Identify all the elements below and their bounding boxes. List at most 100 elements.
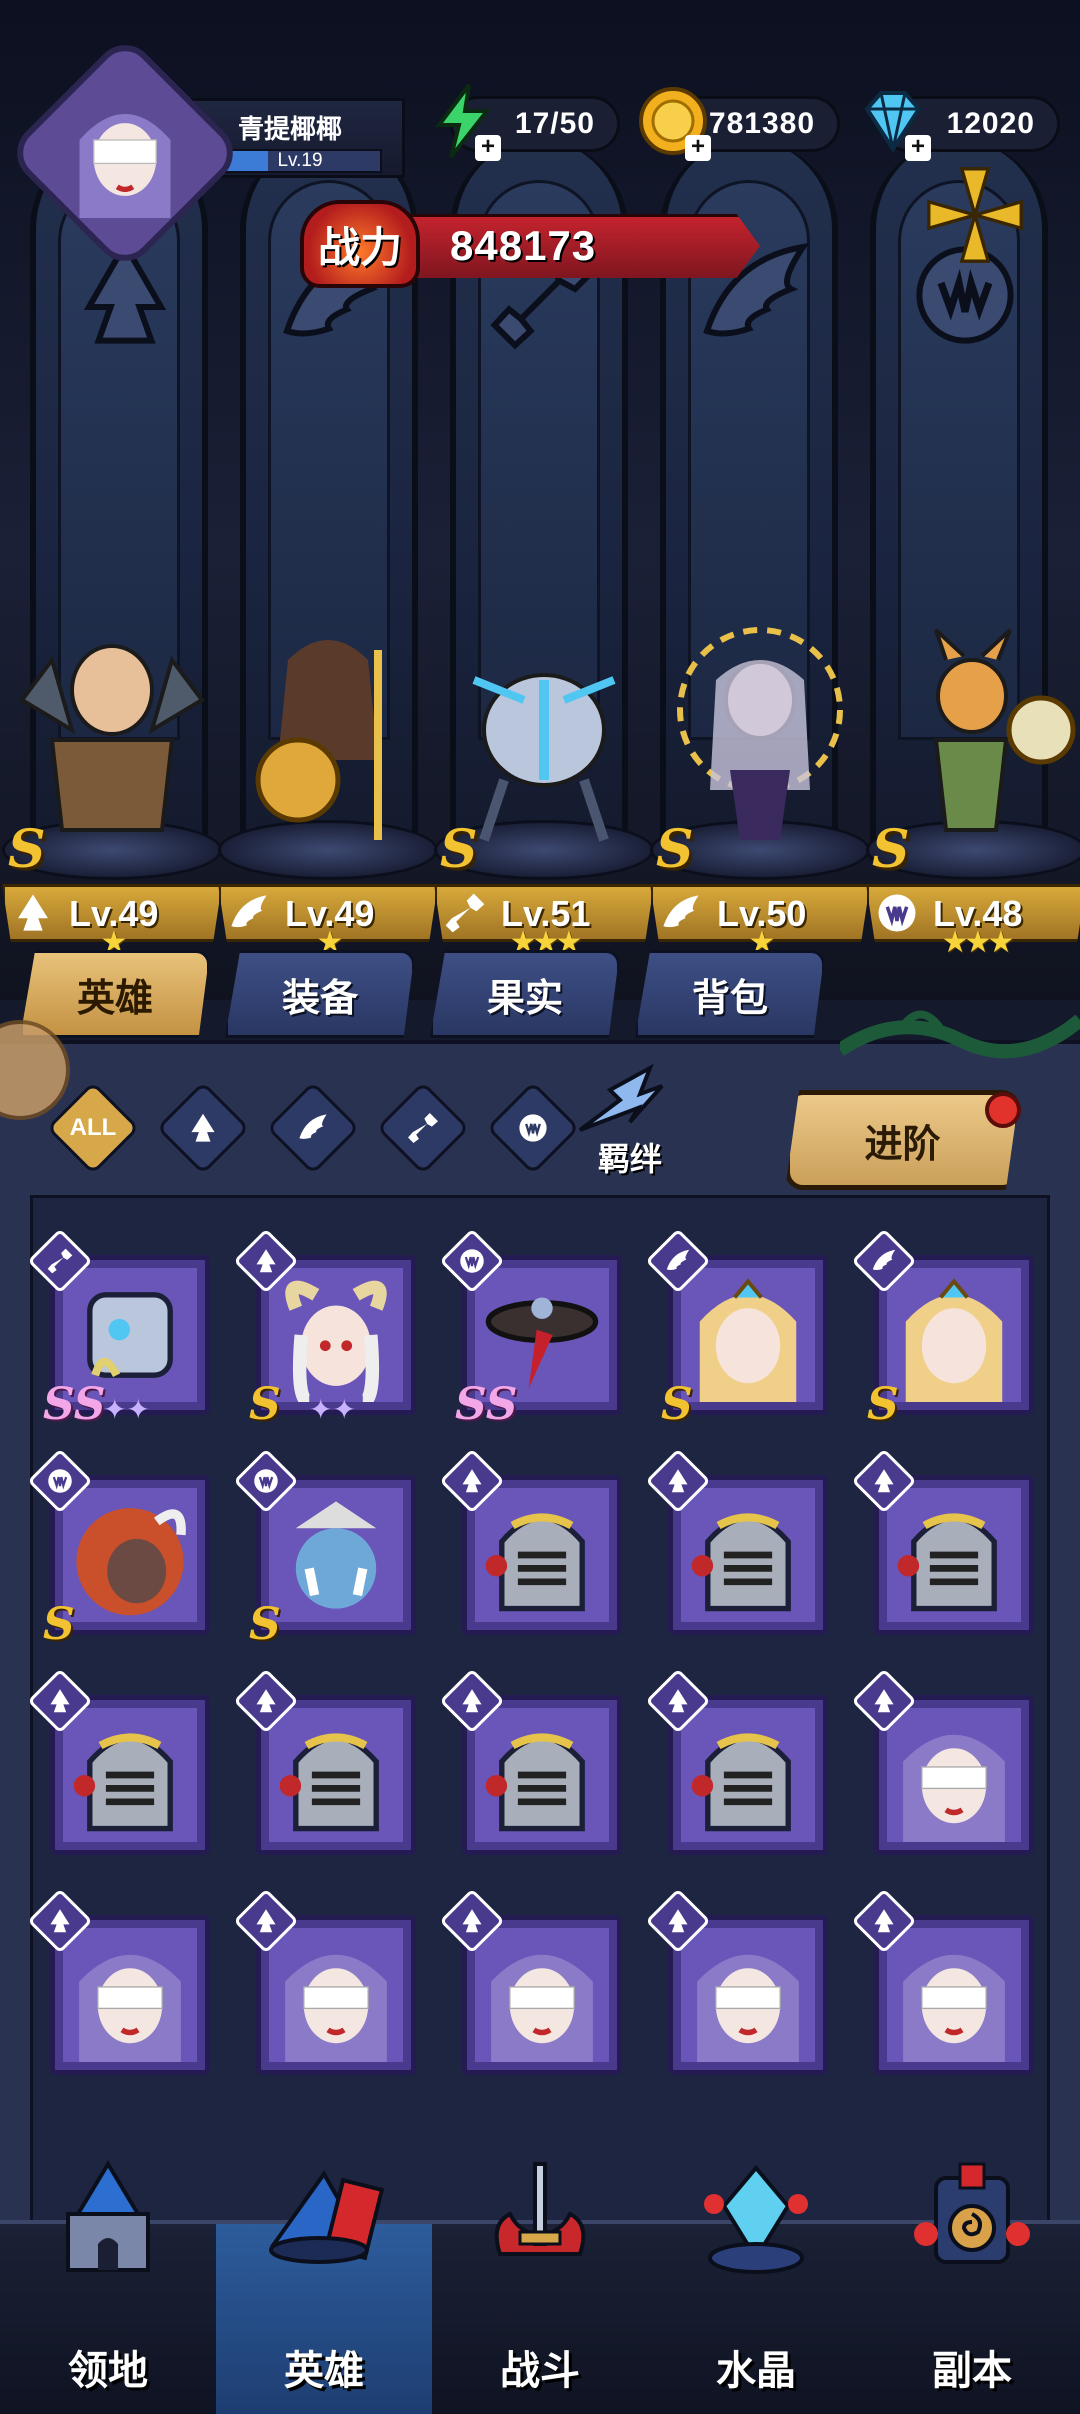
nav-crystal-label: 水晶 [716,2349,796,2393]
hero-card[interactable] [851,1668,1034,1855]
bond-label: 羁绊 [597,1141,662,1177]
tank-class-icon [462,1689,482,1713]
combat-power-badge: 战力 [300,200,420,288]
tab-heroes[interactable]: 英雄 [20,950,210,1038]
gold-value: 781380 [708,107,815,140]
crystal-icon [704,2164,808,2274]
event-flower-icon[interactable] [920,160,1030,270]
nav-heroes[interactable]: 英雄 [216,2170,432,2414]
bond-button[interactable]: 羁绊 [540,1060,720,1190]
tank-class-icon [256,1689,276,1713]
hero-rank-badge: S [8,819,46,880]
hero-card[interactable]: S [851,1228,1034,1430]
knight-portrait [681,1708,815,1842]
combat-power-value: 848173 [450,222,597,269]
hero-rank-badge: S [440,819,478,880]
wing-class-icon [666,1249,690,1270]
tank-class-icon [668,1469,688,1493]
tank-class-icon [50,1689,70,1713]
hero-card[interactable] [645,1448,828,1635]
hero-card[interactable] [851,1888,1034,2075]
tank-class-icon [462,1469,482,1493]
nav-battle[interactable]: 战斗 [432,2162,648,2414]
hero-rank-badge: S [249,1599,281,1650]
hero-card[interactable] [851,1448,1034,1635]
hero-card[interactable]: S [645,1228,828,1430]
lineup-hero-slot[interactable]: S Lv.50 ★ [650,540,870,960]
hero-card[interactable] [27,1668,210,1855]
player-level-bar: Lv.19 [218,149,382,173]
lineup-hero-figure [12,540,212,860]
nun-portrait [269,1928,403,2062]
wrench-class-icon [408,1113,438,1143]
hero-card[interactable] [645,1888,828,2075]
stamina-counter[interactable]: + 17/50 [435,83,620,161]
add-diamond-button[interactable]: + [905,135,931,161]
hero-card[interactable] [233,1888,416,2075]
hero-card[interactable] [439,1888,622,2075]
lineup-hero-figure [876,540,1076,860]
hero-stars: ✦✦ [103,1394,150,1425]
hero-rank-badge: S [249,1379,281,1430]
filter-all-label: ALL [69,1114,117,1141]
hero-card[interactable] [439,1448,622,1635]
castle-icon [66,2160,150,2272]
gold-counter[interactable]: + 781380 [639,87,840,161]
lion-portrait [63,1488,197,1622]
nav-dungeon[interactable]: 副本 [864,2162,1080,2414]
hero-card[interactable]: SS ✦✦ [27,1228,210,1430]
lineup-hero-slot[interactable]: Lv.49 ★ [218,540,438,960]
nun-avatar-icon [46,74,204,232]
hero-card[interactable]: S ✦✦ [233,1228,416,1430]
tab-equipment[interactable]: 装备 [225,950,415,1038]
nun-portrait [887,1928,1021,2062]
dungeon-icon [914,2162,1030,2264]
inventory-tabs: 英雄 装备 果实 背包 [20,950,840,1040]
claw-class-icon [254,1469,278,1493]
tank-class-icon [874,1909,894,1933]
hero-card[interactable] [439,1668,622,1855]
hero-card[interactable]: S [233,1448,416,1650]
knight-portrait [887,1488,1021,1622]
add-gold-button[interactable]: + [685,135,711,161]
nav-battle-label: 战斗 [500,2349,580,2393]
wing-class-icon [872,1249,896,1270]
claw-class-icon [48,1469,72,1493]
claw-class-icon [460,1249,484,1273]
angel-portrait [887,1268,1021,1402]
lineup-hero-figure [444,540,644,860]
hero-card[interactable]: SS [439,1228,622,1430]
nav-heroes-label: 英雄 [284,2349,364,2393]
lineup-hero-slot[interactable]: S Lv.51 ★★★ [434,540,654,960]
hero-card[interactable] [233,1668,416,1855]
nun-portrait [681,1928,815,2062]
nav-crystal[interactable]: 水晶 [648,2164,864,2414]
tank-class-icon [668,1909,688,1933]
bottom-navigation: 领地 英雄 战斗 水晶 副本 [0,2160,1080,2414]
hero-card[interactable] [645,1668,828,1855]
lineup-hero-slot[interactable]: S Lv.49 ★ [2,540,222,960]
hero-card[interactable] [27,1888,210,2075]
tank-class-icon [874,1689,894,1713]
hero-rank-badge: S [661,1379,693,1430]
filter-tank-button[interactable] [156,1081,250,1175]
hero-card[interactable]: S [27,1448,210,1650]
lineup-hero-slot[interactable]: S Lv.48 ★★★ [866,540,1080,960]
wrench-class-icon [47,1248,73,1274]
filter-wing-button[interactable] [266,1081,360,1175]
tank-class-icon [874,1469,894,1493]
filter-wrench-button[interactable] [376,1081,470,1175]
filter-all-button[interactable]: ALL [46,1081,140,1175]
tab-backpack[interactable]: 背包 [635,950,825,1038]
knight-portrait [269,1708,403,1842]
nun-portrait [63,1928,197,2062]
tank-class-icon [191,1113,215,1142]
add-stamina-button[interactable]: + [475,135,501,161]
diamond-counter[interactable]: + 12020 [864,91,1060,161]
tab-fruits[interactable]: 果实 [430,950,620,1038]
hero-rank-badge: S [43,1599,75,1650]
advance-notification-dot [985,1092,1021,1128]
hero-rank-badge: SS [43,1379,106,1430]
nav-territory[interactable]: 领地 [0,2160,216,2414]
combat-power-banner: 战力 848173 [300,200,760,288]
